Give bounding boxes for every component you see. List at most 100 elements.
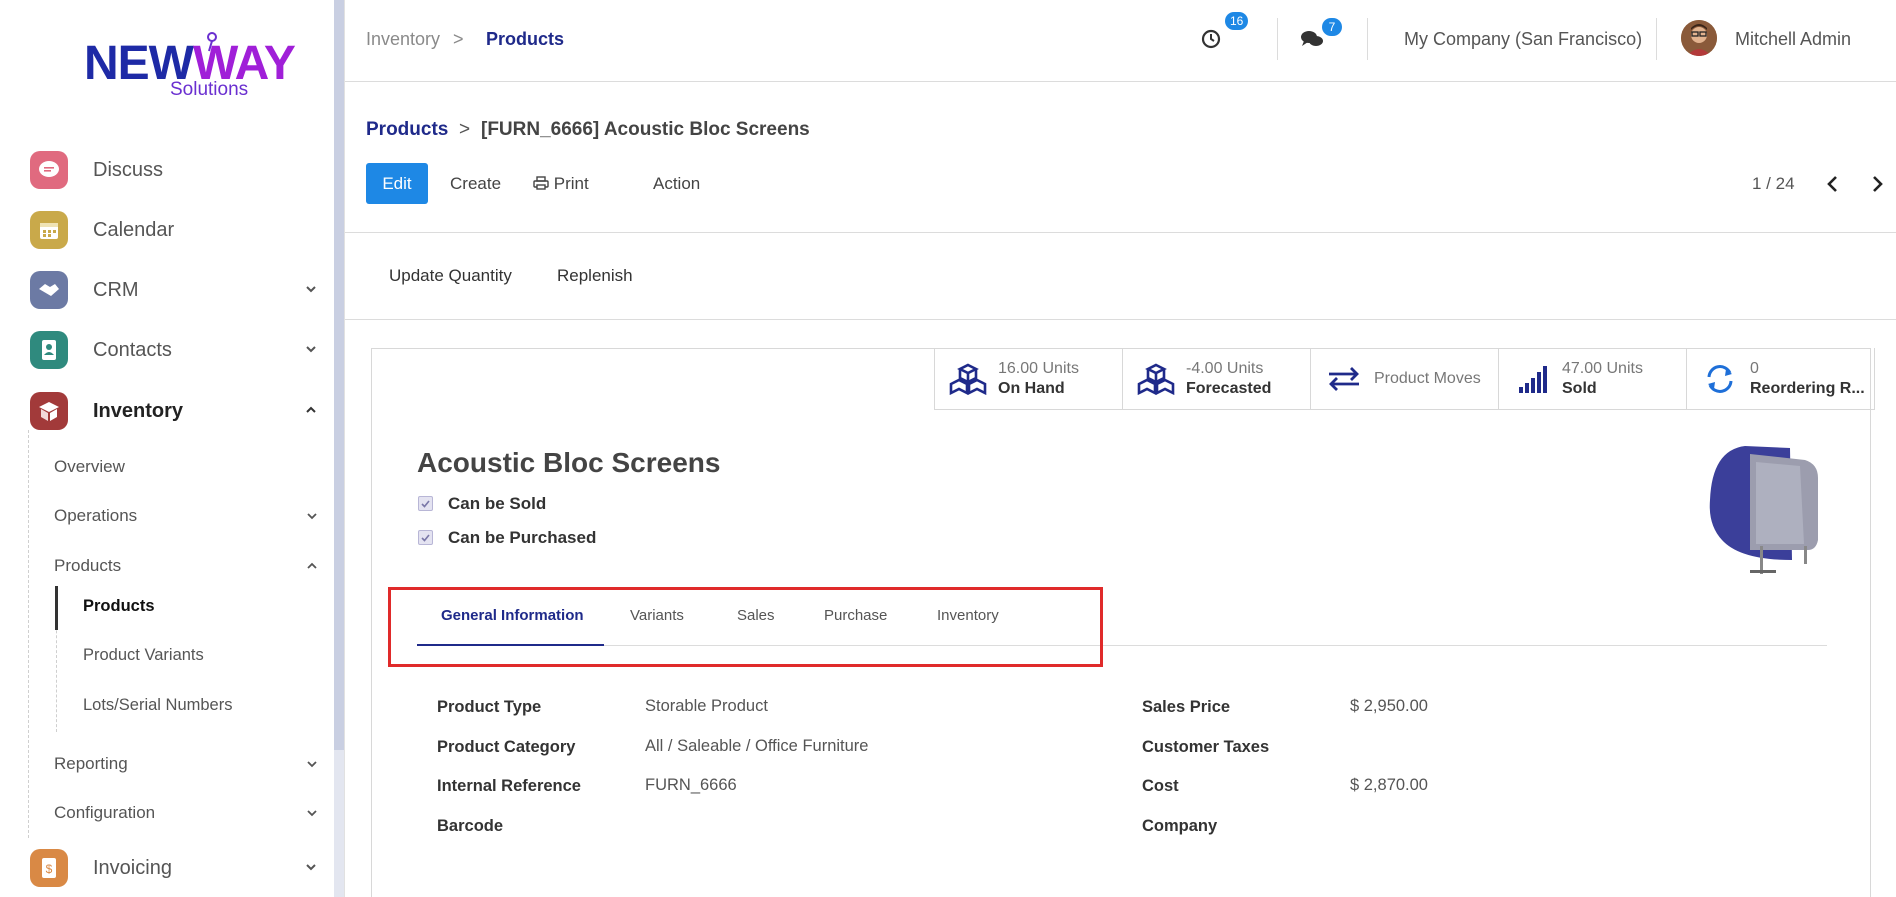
- logo-subtitle: Solutions: [170, 79, 249, 100]
- refresh-icon: [1707, 365, 1733, 393]
- update-quantity-button[interactable]: Update Quantity: [389, 266, 512, 286]
- chevron-down-icon[interactable]: [306, 510, 318, 522]
- company-switcher[interactable]: My Company (San Francisco): [1404, 29, 1642, 50]
- edit-button[interactable]: Edit: [366, 163, 428, 204]
- app-label: Contacts: [93, 338, 172, 361]
- cubes-icon: [1137, 363, 1175, 395]
- app-inventory[interactable]: Inventory: [30, 391, 330, 431]
- app-label: CRM: [93, 278, 139, 301]
- control-panel: Products > [FURN_6666] Acoustic Bloc Scr…: [345, 83, 1896, 233]
- chevron-down-icon[interactable]: [304, 282, 318, 296]
- chevron-down-icon[interactable]: [304, 860, 318, 874]
- active-indicator: [55, 586, 58, 630]
- smart-label: On Hand: [998, 380, 1065, 397]
- internal-reference-value: FURN_6666: [645, 776, 737, 794]
- activity-clock-icon[interactable]: [1200, 28, 1222, 50]
- chevron-down-icon[interactable]: [304, 342, 318, 356]
- internal-reference-label: Internal Reference: [437, 777, 581, 795]
- menu-products-products[interactable]: Products: [83, 597, 155, 616]
- sidebar-scrollbar-thumb[interactable]: [334, 0, 344, 750]
- create-button[interactable]: Create: [450, 174, 501, 194]
- menu-label: Reporting: [54, 754, 128, 773]
- breadcrumb-current-record: [FURN_6666] Acoustic Bloc Screens: [481, 119, 810, 140]
- topbar-separator: [1656, 18, 1657, 60]
- on-hand-smart-button[interactable]: 16.00 Units On Hand: [935, 348, 1123, 410]
- pager-previous-icon[interactable]: [1824, 174, 1842, 194]
- breadcrumb-separator: >: [453, 29, 464, 49]
- can-be-sold-checkbox[interactable]: [418, 496, 433, 511]
- smart-label: Forecasted: [1186, 380, 1272, 397]
- messages-chat-icon[interactable]: [1300, 28, 1324, 50]
- menu-lots-serial-numbers[interactable]: Lots/Serial Numbers: [83, 696, 232, 715]
- smart-value: 16.00 Units: [998, 360, 1079, 377]
- user-avatar[interactable]: [1681, 20, 1717, 56]
- pager-next-icon[interactable]: [1868, 174, 1886, 194]
- signal-bars-icon: [1519, 366, 1547, 393]
- sales-price-label: Sales Price: [1142, 698, 1231, 716]
- app-label: Calendar: [93, 218, 175, 241]
- app-calendar[interactable]: Calendar: [30, 210, 330, 250]
- topbar-separator: [1367, 18, 1368, 60]
- app-discuss[interactable]: Discuss: [30, 150, 330, 190]
- activity-count-badge: 16: [1225, 12, 1249, 30]
- can-be-sold-label: Can be Sold: [448, 494, 547, 513]
- action-button[interactable]: Action: [653, 174, 700, 194]
- breadcrumb-products-link[interactable]: Products: [366, 119, 448, 141]
- sold-smart-button[interactable]: 47.00 Units Sold: [1499, 348, 1687, 410]
- cubes-icon: [949, 363, 987, 395]
- product-moves-smart-button[interactable]: Product Moves: [1311, 348, 1499, 410]
- barcode-label: Barcode: [437, 817, 504, 835]
- app-crm[interactable]: CRM: [30, 270, 330, 310]
- menu-products[interactable]: Products: [54, 556, 324, 576]
- can-be-purchased-checkbox[interactable]: [418, 530, 433, 545]
- breadcrumb-products[interactable]: Products: [486, 29, 564, 50]
- company-label: Company: [1142, 817, 1218, 835]
- topbar-separator: [1277, 18, 1278, 60]
- product-category-value[interactable]: All / Saleable / Office Furniture: [645, 737, 868, 756]
- reordering-rules-smart-button[interactable]: 0 Reordering R...: [1687, 348, 1875, 410]
- menu-product-variants[interactable]: Product Variants: [83, 646, 204, 665]
- menu-label: Products: [54, 556, 122, 575]
- menu-operations[interactable]: Operations: [54, 506, 324, 526]
- chevron-up-icon[interactable]: [304, 403, 318, 417]
- app-invoicing[interactable]: $ Invoicing: [30, 848, 330, 888]
- inventory-box-icon: [30, 392, 68, 430]
- smart-value: 47.00 Units: [1562, 360, 1643, 377]
- company-logo[interactable]: NEWWAY Solutions: [84, 30, 296, 104]
- breadcrumb-inventory[interactable]: Inventory: [366, 29, 440, 50]
- pager-value[interactable]: 1 / 24: [1752, 174, 1795, 194]
- chevron-up-icon[interactable]: [306, 560, 318, 572]
- smart-buttons-box: 16.00 Units On Hand -4.00 Units Forecast…: [934, 348, 1875, 410]
- chevron-down-icon[interactable]: [306, 807, 318, 819]
- contacts-icon: [30, 331, 68, 369]
- print-label: Print: [553, 174, 589, 193]
- menu-configuration[interactable]: Configuration: [54, 803, 324, 823]
- chevron-down-icon[interactable]: [306, 758, 318, 770]
- product-name: Acoustic Bloc Screens: [417, 447, 721, 478]
- user-menu[interactable]: Mitchell Admin: [1735, 29, 1851, 50]
- app-contacts[interactable]: Contacts: [30, 330, 330, 370]
- invoicing-icon: $: [30, 849, 68, 887]
- breadcrumb-separator: >: [459, 119, 471, 140]
- inventory-submenu-guide: [28, 430, 30, 838]
- customer-taxes-label: Customer Taxes: [1142, 738, 1270, 756]
- svg-text:$: $: [46, 862, 53, 876]
- product-type-value: Storable Product: [645, 697, 768, 715]
- product-category-label: Product Category: [437, 738, 576, 756]
- menu-reporting[interactable]: Reporting: [54, 754, 324, 774]
- forecasted-smart-button[interactable]: -4.00 Units Forecasted: [1123, 348, 1311, 410]
- product-image[interactable]: [1700, 440, 1820, 584]
- calendar-icon: [30, 211, 68, 249]
- checkmark-icon: [421, 500, 430, 508]
- app-label: Inventory: [93, 399, 184, 422]
- sales-price-value: $ 2,950.00: [1350, 697, 1428, 715]
- sidebar: NEWWAY Solutions Discuss Calendar CRM Co…: [0, 0, 345, 897]
- app-label: Invoicing: [93, 856, 172, 879]
- topbar: Inventory > Products 16 7 My Company (Sa…: [345, 0, 1896, 82]
- menu-overview[interactable]: Overview: [54, 457, 125, 477]
- discuss-icon: [30, 151, 68, 189]
- replenish-button[interactable]: Replenish: [557, 266, 633, 286]
- print-button[interactable]: Print: [533, 174, 589, 194]
- checkmark-icon: [421, 534, 430, 542]
- smart-value: -4.00 Units: [1186, 360, 1264, 377]
